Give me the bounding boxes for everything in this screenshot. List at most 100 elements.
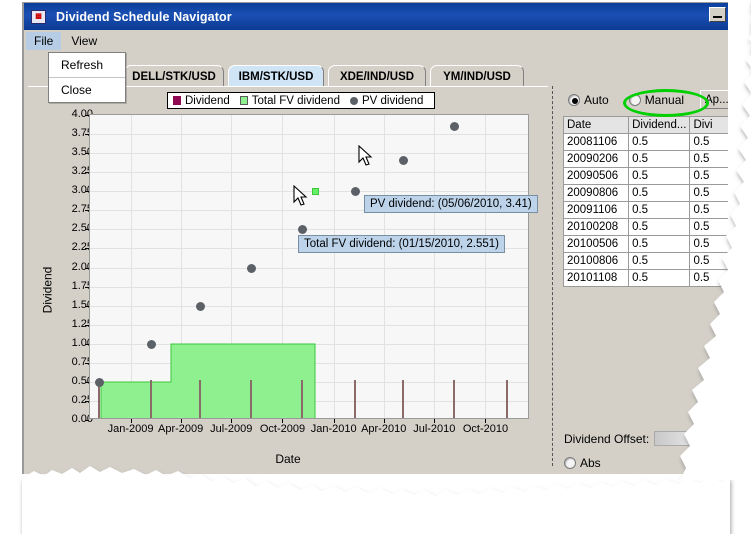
dividend-bar[interactable] (301, 380, 303, 418)
table-header-row: Date Dividend... Divi (564, 117, 729, 134)
auto-radio[interactable] (568, 94, 580, 106)
table-cell: 20100208 (564, 219, 629, 236)
app-icon: ▩ (31, 10, 46, 24)
table-cell: 0.5 (629, 236, 690, 253)
tab-dell-stk-usd[interactable]: DELL/STK/USD (124, 65, 224, 87)
legend-label-pv: PV dividend (362, 95, 423, 107)
y-tick-label: 1.00 (53, 337, 93, 349)
table-cell: 0.5 (629, 219, 690, 236)
abs-row[interactable]: Abs (564, 456, 601, 470)
menu-view[interactable]: View (63, 32, 105, 50)
pv-dividend-point[interactable] (351, 187, 360, 196)
total-fv-area (90, 115, 529, 419)
dividend-bar[interactable] (402, 380, 404, 418)
y-tick-mark (85, 420, 89, 421)
table-cell: 20101108 (564, 270, 629, 287)
tooltip-pv-dividend: PV dividend: (05/06/2010, 3.41) (364, 195, 538, 213)
dividend-bar[interactable] (250, 380, 252, 418)
menu-item-refresh[interactable]: Refresh (49, 53, 125, 78)
table-cell: 0.5 (690, 134, 728, 151)
table-cell: 0.5 (629, 134, 690, 151)
dividend-bar[interactable] (506, 380, 508, 418)
table-row[interactable]: 200811060.50.5 (564, 134, 729, 151)
abs-radio[interactable] (564, 457, 576, 469)
mouse-cursor-fv (293, 185, 311, 209)
x-axis-label: Date (28, 452, 548, 466)
tooltip-total-fv-dividend: Total FV dividend: (01/15/2010, 2.551) (298, 235, 505, 253)
x-tick-mark (485, 419, 486, 423)
column-header-dividend[interactable]: Dividend... (629, 117, 690, 134)
table-row[interactable]: 200905060.50.5 (564, 168, 729, 185)
pv-dividend-point[interactable] (196, 302, 205, 311)
table-row[interactable]: 200902060.50.5 (564, 151, 729, 168)
table-cell: 0.5 (690, 236, 728, 253)
pv-dividend-point[interactable] (247, 264, 256, 273)
plot-area[interactable] (89, 114, 529, 419)
y-tick-label: 3.25 (53, 165, 93, 177)
tab-strip: D DELL/STK/USD IBM/STK/USD XDE/IND/USD Y… (28, 65, 726, 87)
window-controls[interactable] (709, 7, 726, 22)
y-tick-label: 2.75 (53, 203, 93, 215)
legend-label-dividend: Dividend (185, 95, 230, 107)
tab-xde-ind-usd[interactable]: XDE/IND/USD (328, 65, 426, 87)
table-cell: 20090506 (564, 168, 629, 185)
table-cell: 0.5 (690, 219, 728, 236)
legend-entry-total-fv: Total FV dividend (240, 95, 340, 107)
table-row[interactable]: 201002080.50.5 (564, 219, 729, 236)
y-tick-label: 0.75 (53, 356, 93, 368)
table-cell: 0.5 (690, 253, 728, 270)
minimize-button[interactable] (709, 7, 726, 22)
column-header-date[interactable]: Date (564, 117, 629, 134)
legend-entry-pv: PV dividend (350, 95, 423, 107)
dividend-offset-input[interactable] (654, 431, 706, 446)
dividend-bar[interactable] (354, 380, 356, 418)
highlighted-total-fv-point[interactable] (312, 188, 319, 195)
tab-ibm-stk-usd[interactable]: IBM/STK/USD (228, 65, 324, 87)
y-tick-label: 4.00 (53, 108, 93, 120)
table-row[interactable]: 201005060.50.5 (564, 236, 729, 253)
table-cell: 0.5 (629, 270, 690, 287)
y-tick-label: 0.00 (53, 413, 93, 425)
table-cell: 0.5 (690, 151, 728, 168)
pv-dividend-point[interactable] (147, 340, 156, 349)
abs-label: Abs (580, 456, 601, 470)
y-tick-label: 0.25 (53, 394, 93, 406)
chart-panel: Dividend Total FV dividend PV dividend D… (28, 86, 548, 471)
mouse-cursor-pv (358, 145, 376, 169)
menu-file[interactable]: File (26, 32, 61, 50)
menu-item-close[interactable]: Close (49, 78, 125, 102)
table-cell: 0.5 (629, 151, 690, 168)
y-tick-label: 1.50 (53, 299, 93, 311)
application-window: ▩ Dividend Schedule Navigator File View … (22, 2, 728, 474)
legend-entry-dividend: Dividend (173, 95, 230, 107)
auto-label: Auto (584, 93, 609, 107)
dividend-bar[interactable] (199, 380, 201, 418)
x-tick-label: Oct-2010 (453, 423, 517, 435)
top-margin (0, 0, 751, 2)
window-title: Dividend Schedule Navigator (56, 10, 232, 24)
y-tick-label: 2.25 (53, 241, 93, 253)
table-cell: 0.5 (629, 202, 690, 219)
dividend-schedule-table[interactable]: Date Dividend... Divi 200811060.50.52009… (563, 116, 728, 287)
legend-label-total-fv: Total FV dividend (252, 95, 340, 107)
table-row[interactable]: 201011080.50.5 (564, 270, 729, 287)
table-cell: 0.5 (690, 168, 728, 185)
file-menu-dropdown[interactable]: Refresh Close (48, 52, 126, 103)
table-row[interactable]: 201008060.50.5 (564, 253, 729, 270)
column-header-divi[interactable]: Divi (690, 117, 728, 134)
panel-divider (552, 86, 553, 466)
dividend-bar[interactable] (150, 380, 152, 418)
table-cell: 0.5 (629, 185, 690, 202)
table-cell: 20091106 (564, 202, 629, 219)
right-margin (745, 0, 751, 534)
y-tick-label: 0.50 (53, 375, 93, 387)
tab-ym-ind-usd[interactable]: YM/IND/USD (430, 65, 524, 87)
perc-radio[interactable] (724, 433, 728, 445)
table-cell: 0.5 (629, 253, 690, 270)
table-row[interactable]: 200911060.50.5 (564, 202, 729, 219)
table-row[interactable]: 200908060.50.5 (564, 185, 729, 202)
chart-legend: Dividend Total FV dividend PV dividend (167, 92, 435, 109)
schedule-panel: Auto Manual Ap... Date Dividend... Divi … (552, 86, 728, 471)
y-tick-label: 3.00 (53, 184, 93, 196)
dividend-bar[interactable] (453, 380, 455, 418)
